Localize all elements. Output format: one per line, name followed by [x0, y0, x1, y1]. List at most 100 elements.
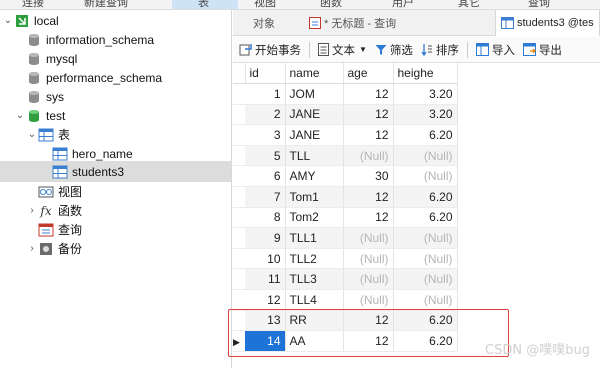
- begin-transaction-button[interactable]: 开始事务: [239, 41, 310, 58]
- cell-id[interactable]: 7: [245, 186, 286, 208]
- tree-db-performance-schema[interactable]: performance_schema: [14, 68, 162, 87]
- table-row[interactable]: 2 JANE 12 3.20: [233, 104, 458, 126]
- tree-db-information-schema[interactable]: information_schema: [14, 30, 154, 49]
- cell-name[interactable]: JANE: [285, 104, 344, 126]
- cell-age[interactable]: (Null): [343, 268, 394, 291]
- cell-age[interactable]: (Null): [343, 248, 394, 270]
- tree-backups-group[interactable]: › 备份: [26, 239, 82, 258]
- cell-age[interactable]: 12: [343, 186, 394, 208]
- chevron-down-icon[interactable]: ▼: [359, 45, 367, 54]
- table-row[interactable]: 6 AMY 30 (Null): [233, 165, 458, 188]
- cell-heighe[interactable]: (Null): [393, 165, 458, 188]
- toolbar-table[interactable]: 表: [198, 0, 209, 9]
- tree-db-test[interactable]: ⌄ test: [14, 106, 66, 125]
- cell-heighe[interactable]: 6.20: [393, 310, 458, 332]
- cell-age[interactable]: (Null): [343, 227, 394, 249]
- cell-name[interactable]: AA: [285, 330, 344, 352]
- column-header-name[interactable]: name: [285, 63, 344, 85]
- toolbar-connect[interactable]: 连接: [22, 0, 44, 9]
- cell-name[interactable]: Tom1: [285, 186, 344, 208]
- cell-id[interactable]: 5: [245, 145, 286, 167]
- cell-heighe[interactable]: 3.20: [393, 83, 458, 105]
- toolbar-query[interactable]: 查询: [528, 0, 550, 9]
- tab-untitled-query[interactable]: * 无标题 - 查询: [305, 10, 396, 36]
- tree-tables-group[interactable]: ⌄ 表: [26, 125, 70, 144]
- cell-age[interactable]: 12: [343, 207, 394, 229]
- cell-heighe[interactable]: (Null): [393, 268, 458, 291]
- cell-name[interactable]: Tom2: [285, 207, 344, 229]
- cell-heighe[interactable]: (Null): [393, 145, 458, 167]
- cell-heighe[interactable]: 6.20: [393, 186, 458, 208]
- table-row[interactable]: 9 TLL1 (Null) (Null): [233, 227, 458, 249]
- column-header-id[interactable]: id: [245, 63, 286, 85]
- cell-name[interactable]: AMY: [285, 165, 344, 188]
- cell-age[interactable]: 12: [343, 104, 394, 126]
- cell-heighe[interactable]: 6.20: [393, 207, 458, 229]
- cell-name[interactable]: JANE: [285, 124, 344, 146]
- table-row[interactable]: 8 Tom2 12 6.20: [233, 207, 458, 229]
- cell-id[interactable]: 6: [245, 165, 286, 188]
- tree-functions-group[interactable]: › fx 函数: [26, 201, 82, 220]
- table-row[interactable]: ▶ 14 AA 12 6.20: [233, 330, 458, 352]
- cell-age[interactable]: 12: [343, 124, 394, 146]
- cell-age[interactable]: 12: [343, 310, 394, 332]
- import-button[interactable]: 导入: [475, 42, 515, 58]
- text-view-button[interactable]: 文本 ▼: [318, 42, 367, 58]
- table-row[interactable]: 10 TLL2 (Null) (Null): [233, 248, 458, 270]
- toolbar-new-query[interactable]: 新建查询: [84, 0, 128, 9]
- cell-name[interactable]: TLL1: [285, 227, 344, 249]
- table-row[interactable]: 5 TLL (Null) (Null): [233, 145, 458, 167]
- filter-button[interactable]: 筛选: [375, 42, 413, 58]
- table-row[interactable]: 3 JANE 12 6.20: [233, 124, 458, 146]
- cell-id[interactable]: 10: [245, 248, 286, 270]
- chevron-right-icon[interactable]: ›: [26, 205, 38, 216]
- cell-heighe[interactable]: 6.20: [393, 124, 458, 146]
- cell-name[interactable]: TLL: [285, 145, 344, 167]
- tab-students3[interactable]: students3 @tes: [495, 10, 600, 36]
- toolbar-view[interactable]: 视图: [254, 0, 276, 9]
- cell-name[interactable]: JOM: [285, 83, 344, 105]
- cell-age[interactable]: (Null): [343, 289, 394, 311]
- cell-name[interactable]: TLL2: [285, 248, 344, 270]
- chevron-down-icon[interactable]: ⌄: [14, 110, 26, 121]
- tree-db-mysql[interactable]: mysql: [14, 49, 77, 68]
- cell-age[interactable]: 12: [343, 83, 394, 105]
- cell-heighe[interactable]: 3.20: [393, 104, 458, 126]
- cell-heighe[interactable]: (Null): [393, 227, 458, 249]
- cell-id[interactable]: 11: [245, 268, 286, 291]
- cell-heighe[interactable]: (Null): [393, 289, 458, 311]
- tree-queries-group[interactable]: 查询: [38, 220, 82, 239]
- cell-heighe[interactable]: (Null): [393, 248, 458, 270]
- cell-name[interactable]: TLL3: [285, 268, 344, 291]
- column-header-heighe[interactable]: heighe: [393, 63, 458, 85]
- tree-table-students3[interactable]: students3: [0, 161, 231, 182]
- cell-name[interactable]: TLL4: [285, 289, 344, 311]
- cell-id[interactable]: 12: [245, 289, 286, 311]
- toolbar-function[interactable]: 函数: [320, 0, 342, 9]
- cell-age[interactable]: (Null): [343, 145, 394, 167]
- cell-name[interactable]: RR: [285, 310, 344, 332]
- cell-age[interactable]: 30: [343, 165, 394, 188]
- tab-objects[interactable]: 对象: [253, 10, 275, 36]
- tree-views-group[interactable]: 视图: [38, 182, 82, 201]
- sort-button[interactable]: 排序: [421, 41, 468, 58]
- cell-id[interactable]: 3: [245, 124, 286, 146]
- table-row[interactable]: 1 JOM 12 3.20: [233, 83, 458, 105]
- cell-id[interactable]: 14: [245, 330, 286, 352]
- cell-id[interactable]: 2: [245, 104, 286, 126]
- cell-id[interactable]: 8: [245, 207, 286, 229]
- table-row[interactable]: 11 TLL3 (Null) (Null): [233, 268, 458, 291]
- tree-db-sys[interactable]: sys: [14, 87, 64, 106]
- column-header-age[interactable]: age: [343, 63, 394, 85]
- export-button[interactable]: 导出: [522, 42, 562, 58]
- toolbar-other[interactable]: 其它: [458, 0, 480, 9]
- toolbar-user[interactable]: 用户: [392, 0, 414, 9]
- cell-id[interactable]: 13: [245, 310, 286, 332]
- cell-age[interactable]: 12: [343, 330, 394, 352]
- chevron-down-icon[interactable]: ⌄: [26, 129, 38, 140]
- cell-heighe[interactable]: 6.20: [393, 330, 458, 352]
- table-row[interactable]: 13 RR 12 6.20: [233, 310, 458, 332]
- chevron-right-icon[interactable]: ›: [26, 243, 38, 254]
- table-row[interactable]: 12 TLL4 (Null) (Null): [233, 289, 458, 311]
- chevron-down-icon[interactable]: ⌄: [2, 15, 14, 26]
